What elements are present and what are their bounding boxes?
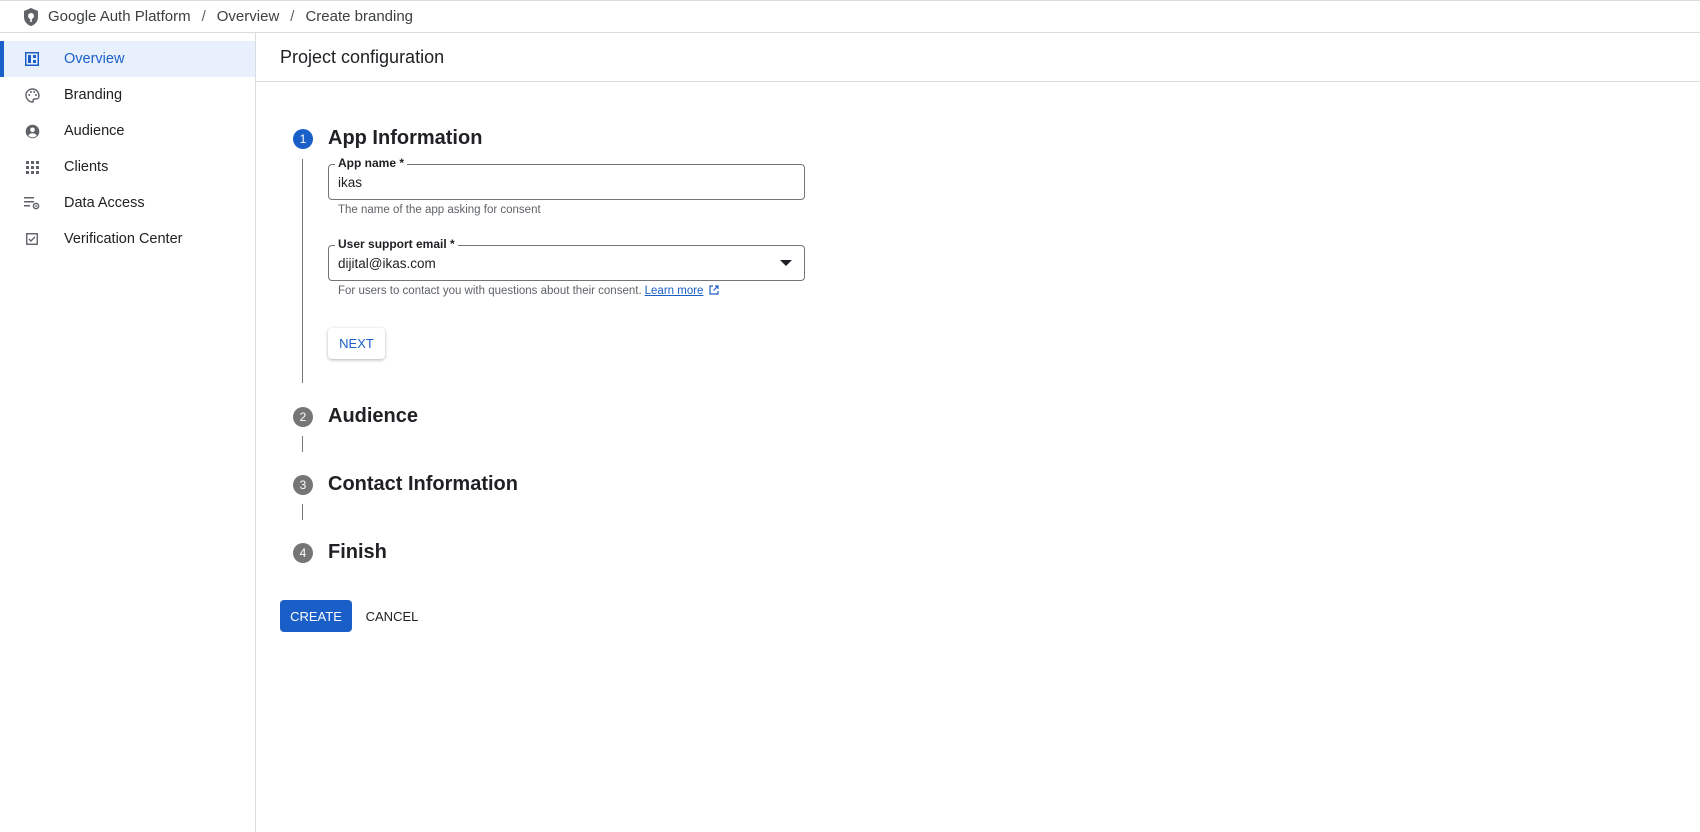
cancel-button[interactable]: CANCEL — [360, 600, 424, 632]
page-title: Project configuration — [280, 46, 445, 67]
create-button[interactable]: CREATE — [280, 600, 352, 632]
sidebar-item-label: Data Access — [64, 195, 145, 211]
sidebar-item-data-access[interactable]: Data Access — [0, 185, 255, 221]
step-number: 4 — [293, 542, 313, 563]
sidebar-item-label: Audience — [64, 123, 125, 139]
page-header: Project configuration — [256, 33, 1700, 82]
support-email-hint-text: For users to contact you with questions … — [338, 285, 642, 297]
breadcrumb-item-overview[interactable]: Overview — [217, 8, 280, 25]
account-circle-icon — [24, 123, 40, 139]
step-app-information[interactable]: 1 App Information — [293, 127, 482, 150]
step-title: Audience — [328, 405, 419, 427]
app-name-field[interactable]: App name * ikas — [328, 156, 805, 200]
sidebar-item-verification-center[interactable]: Verification Center — [0, 221, 255, 257]
breadcrumb: Google Auth Platform / Overview / Create… — [0, 0, 1700, 33]
sidebar-item-label: Branding — [64, 87, 123, 103]
apps-grid-icon — [24, 159, 40, 175]
open-in-new-icon — [709, 285, 719, 298]
main-content: Project configuration 1 App Information … — [256, 33, 1700, 832]
list-settings-icon — [24, 195, 40, 211]
checkbox-icon — [24, 231, 40, 247]
step-audience[interactable]: 2 Audience — [293, 405, 418, 428]
sidebar-item-label: Overview — [64, 51, 125, 67]
step-number: 3 — [293, 474, 313, 495]
auth-platform-shield-icon — [22, 6, 42, 28]
sidebar-item-label: Clients — [64, 159, 109, 175]
stepper-connector — [302, 159, 303, 383]
stepper-connector — [302, 436, 303, 452]
support-email-value: dijital@ikas.com — [338, 255, 436, 271]
step-title: App Information — [328, 127, 483, 149]
step-contact-information[interactable]: 3 Contact Information — [293, 473, 518, 496]
breadcrumb-item-google-auth-platform[interactable]: Google Auth Platform — [48, 8, 191, 25]
support-email-hint: For users to contact you with questions … — [338, 285, 719, 298]
sidebar-item-overview[interactable]: Overview — [0, 41, 255, 77]
step-finish[interactable]: 4 Finish — [293, 541, 387, 564]
breadcrumb-separator: / — [201, 8, 206, 25]
next-button[interactable]: NEXT — [328, 328, 385, 359]
breadcrumb-separator: / — [290, 8, 295, 25]
dropdown-arrow-icon — [780, 260, 792, 266]
sidebar-item-branding[interactable]: Branding — [0, 77, 255, 113]
step-title: Finish — [328, 541, 387, 563]
step-number: 2 — [293, 406, 313, 427]
palette-icon — [24, 87, 40, 103]
app-name-label: App name * — [335, 156, 408, 170]
sidebar: Overview Branding Audience Clients Data … — [0, 33, 256, 832]
app-name-hint: The name of the app asking for consent — [338, 204, 541, 216]
sidebar-item-label: Verification Center — [64, 231, 183, 247]
sidebar-item-clients[interactable]: Clients — [0, 149, 255, 185]
sidebar-item-audience[interactable]: Audience — [0, 113, 255, 149]
app-name-value: ikas — [338, 174, 363, 190]
step-number: 1 — [293, 128, 313, 149]
learn-more-link[interactable]: Learn more — [645, 285, 704, 297]
support-email-label: User support email * — [335, 237, 458, 251]
breadcrumb-item-create-branding: Create branding — [305, 8, 414, 25]
app-name-hint-text: The name of the app asking for consent — [338, 204, 541, 216]
support-email-select[interactable]: User support email * dijital@ikas.com — [328, 237, 805, 281]
stepper-connector — [302, 504, 303, 520]
step-title: Contact Information — [328, 473, 518, 495]
dashboard-icon — [24, 51, 40, 67]
